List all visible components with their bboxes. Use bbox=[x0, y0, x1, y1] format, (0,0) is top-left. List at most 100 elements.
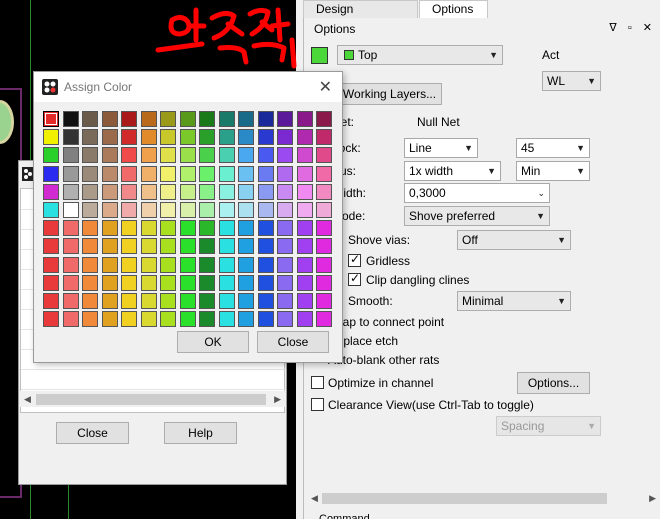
color-swatch[interactable] bbox=[297, 257, 313, 273]
color-swatch[interactable] bbox=[238, 147, 254, 163]
color-swatch[interactable] bbox=[199, 311, 215, 327]
color-swatch[interactable] bbox=[199, 184, 215, 200]
color-swatch[interactable] bbox=[121, 166, 137, 182]
close-icon[interactable]: ✕ bbox=[319, 77, 332, 97]
color-swatch[interactable] bbox=[121, 220, 137, 236]
color-swatch[interactable] bbox=[82, 129, 98, 145]
color-swatch[interactable] bbox=[219, 147, 235, 163]
color-swatch[interactable] bbox=[297, 293, 313, 309]
color-swatch[interactable] bbox=[82, 111, 98, 127]
color-swatch[interactable] bbox=[121, 184, 137, 200]
color-swatch[interactable] bbox=[297, 184, 313, 200]
color-swatch[interactable] bbox=[238, 184, 254, 200]
color-swatch[interactable] bbox=[180, 257, 196, 273]
color-swatch[interactable] bbox=[258, 166, 274, 182]
color-swatch[interactable] bbox=[316, 111, 332, 127]
color-swatch[interactable] bbox=[82, 220, 98, 236]
color-swatch[interactable] bbox=[277, 275, 293, 291]
color-swatch[interactable] bbox=[121, 147, 137, 163]
color-swatch[interactable] bbox=[102, 184, 118, 200]
color-swatch[interactable] bbox=[63, 184, 79, 200]
color-swatch[interactable] bbox=[43, 129, 59, 145]
color-swatch[interactable] bbox=[219, 275, 235, 291]
color-swatch[interactable] bbox=[258, 311, 274, 327]
color-swatch[interactable] bbox=[43, 147, 59, 163]
color-swatch[interactable] bbox=[297, 111, 313, 127]
color-swatch[interactable] bbox=[238, 111, 254, 127]
color-swatch[interactable] bbox=[180, 202, 196, 218]
layer-select[interactable]: Top ▼ bbox=[337, 45, 503, 65]
color-swatch[interactable] bbox=[277, 202, 293, 218]
color-swatch[interactable] bbox=[102, 147, 118, 163]
color-swatch[interactable] bbox=[316, 238, 332, 254]
color-swatch[interactable] bbox=[316, 311, 332, 327]
color-swatch[interactable] bbox=[102, 220, 118, 236]
color-swatch[interactable] bbox=[63, 311, 79, 327]
color-swatch[interactable] bbox=[180, 166, 196, 182]
color-swatch[interactable] bbox=[43, 202, 59, 218]
color-swatch[interactable] bbox=[277, 311, 293, 327]
color-swatch[interactable] bbox=[43, 166, 59, 182]
color-swatch[interactable] bbox=[160, 184, 176, 200]
color-swatch[interactable] bbox=[180, 111, 196, 127]
bus-min-select[interactable]: Min ▼ bbox=[516, 161, 590, 181]
color-swatch[interactable] bbox=[258, 275, 274, 291]
smooth-select[interactable]: Minimal ▼ bbox=[457, 291, 571, 311]
color-swatch[interactable] bbox=[82, 275, 98, 291]
color-swatch[interactable] bbox=[141, 166, 157, 182]
color-swatch[interactable] bbox=[258, 129, 274, 145]
color-swatch[interactable] bbox=[160, 147, 176, 163]
dialog-close-button[interactable]: Close bbox=[257, 331, 329, 353]
optimize-checkbox[interactable] bbox=[311, 376, 324, 389]
color-swatch[interactable] bbox=[219, 111, 235, 127]
color-swatch[interactable] bbox=[102, 166, 118, 182]
act-select[interactable]: WL ▼ bbox=[542, 71, 601, 91]
color-swatch[interactable] bbox=[160, 311, 176, 327]
color-swatch[interactable] bbox=[219, 311, 235, 327]
color-swatch[interactable] bbox=[82, 147, 98, 163]
color-swatch[interactable] bbox=[258, 257, 274, 273]
color-swatch[interactable] bbox=[316, 147, 332, 163]
color-swatch[interactable] bbox=[277, 238, 293, 254]
scroll-thumb[interactable] bbox=[322, 493, 607, 504]
color-swatch[interactable] bbox=[160, 257, 176, 273]
color-swatch[interactable] bbox=[277, 111, 293, 127]
color-swatch[interactable] bbox=[180, 220, 196, 236]
color-swatch[interactable] bbox=[238, 220, 254, 236]
color-swatch[interactable] bbox=[82, 293, 98, 309]
color-swatch[interactable] bbox=[238, 311, 254, 327]
color-swatch[interactable] bbox=[121, 129, 137, 145]
color-swatch[interactable] bbox=[102, 311, 118, 327]
color-swatch[interactable] bbox=[277, 166, 293, 182]
color-swatch[interactable] bbox=[297, 220, 313, 236]
color-swatch[interactable] bbox=[141, 184, 157, 200]
color-swatch[interactable] bbox=[141, 238, 157, 254]
window-controls[interactable]: ᐁ ▫ ✕ bbox=[609, 21, 656, 34]
color-swatch[interactable] bbox=[121, 257, 137, 273]
bus-width-select[interactable]: 1x width ▼ bbox=[404, 161, 501, 181]
color-swatch[interactable] bbox=[102, 293, 118, 309]
color-swatch[interactable] bbox=[199, 257, 215, 273]
color-swatch[interactable] bbox=[102, 238, 118, 254]
color-swatch[interactable] bbox=[160, 275, 176, 291]
shove-vias-select[interactable]: Off ▼ bbox=[457, 230, 571, 250]
gridless-checkbox[interactable] bbox=[348, 252, 361, 267]
scroll-left-icon[interactable]: ◀ bbox=[311, 490, 318, 506]
color-swatch[interactable] bbox=[63, 166, 79, 182]
color-swatch[interactable] bbox=[238, 129, 254, 145]
ok-button[interactable]: OK bbox=[177, 331, 249, 353]
scroll-right-icon[interactable]: ▶ bbox=[274, 391, 281, 407]
color-swatch[interactable] bbox=[63, 293, 79, 309]
color-swatch[interactable] bbox=[199, 293, 215, 309]
color-swatch[interactable] bbox=[160, 202, 176, 218]
color-swatch[interactable] bbox=[102, 275, 118, 291]
color-swatch[interactable] bbox=[316, 220, 332, 236]
color-swatch[interactable] bbox=[219, 166, 235, 182]
color-swatch[interactable] bbox=[199, 220, 215, 236]
color-swatch[interactable] bbox=[121, 238, 137, 254]
color-swatch[interactable] bbox=[297, 147, 313, 163]
mode-select[interactable]: Shove preferred ▼ bbox=[404, 206, 550, 226]
color-swatch[interactable] bbox=[121, 275, 137, 291]
color-swatch[interactable] bbox=[102, 129, 118, 145]
color-swatch[interactable] bbox=[238, 238, 254, 254]
